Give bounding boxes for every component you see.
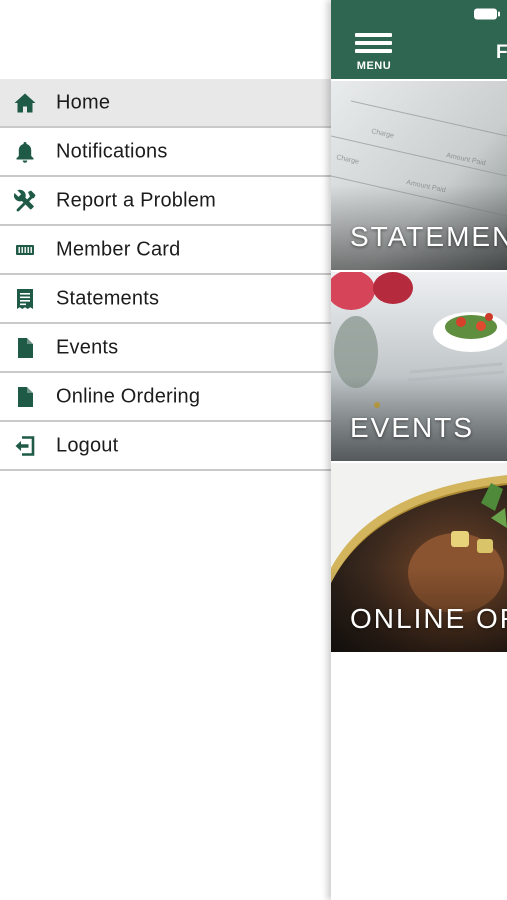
tile-online-ordering[interactable]: ONLINE ORDERING	[331, 463, 507, 652]
main-screen: MENU F C	[331, 0, 507, 900]
document-icon	[12, 384, 38, 410]
statement-icon	[12, 286, 38, 312]
menu-item-label: Logout	[56, 434, 119, 456]
menu-item-logout[interactable]: Logout	[0, 422, 331, 471]
side-drawer: Home Notifications Report a Problem Memb…	[0, 0, 331, 900]
menu-item-label: Statements	[56, 287, 160, 309]
menu-item-label: Events	[56, 336, 119, 358]
menu-item-label: Member Card	[56, 238, 181, 260]
menu-item-label: Online Ordering	[56, 385, 201, 407]
home-icon	[12, 90, 38, 116]
menu-item-statements[interactable]: Statements	[0, 275, 331, 324]
tile-label: STATEMENTS	[350, 221, 507, 252]
document-icon	[12, 335, 38, 361]
menu-item-label: Home	[56, 91, 111, 113]
menu-item-home[interactable]: Home	[0, 79, 331, 128]
tile-label: EVENTS	[350, 412, 475, 443]
menu-button[interactable]: MENU	[354, 33, 394, 73]
tile-label: ONLINE ORDERING	[350, 603, 507, 634]
tile-statements[interactable]: Charge Amount Paid Charge Amount Paid ST…	[331, 81, 507, 270]
bell-icon	[12, 139, 38, 165]
tools-icon	[12, 188, 38, 214]
top-bar: MENU F	[331, 0, 507, 79]
hamburger-bar	[355, 49, 392, 53]
menu-button-label: MENU	[356, 60, 392, 72]
menu-item-label: Report a Problem	[56, 189, 216, 211]
battery-icon	[474, 8, 500, 20]
hamburger-bar	[355, 33, 392, 37]
card-icon	[12, 237, 38, 263]
drawer-menu: Home Notifications Report a Problem Memb…	[0, 79, 331, 471]
menu-item-label: Notifications	[56, 140, 168, 162]
page-title: F	[496, 42, 507, 63]
menu-item-notifications[interactable]: Notifications	[0, 128, 331, 177]
menu-item-online-ordering[interactable]: Online Ordering	[0, 373, 331, 422]
menu-item-member-card[interactable]: Member Card	[0, 226, 331, 275]
tile-events[interactable]: EVENTS	[331, 272, 507, 461]
menu-item-report-a-problem[interactable]: Report a Problem	[0, 177, 331, 226]
logout-icon	[12, 433, 38, 459]
menu-item-events[interactable]: Events	[0, 324, 331, 373]
hamburger-bar	[355, 41, 392, 45]
